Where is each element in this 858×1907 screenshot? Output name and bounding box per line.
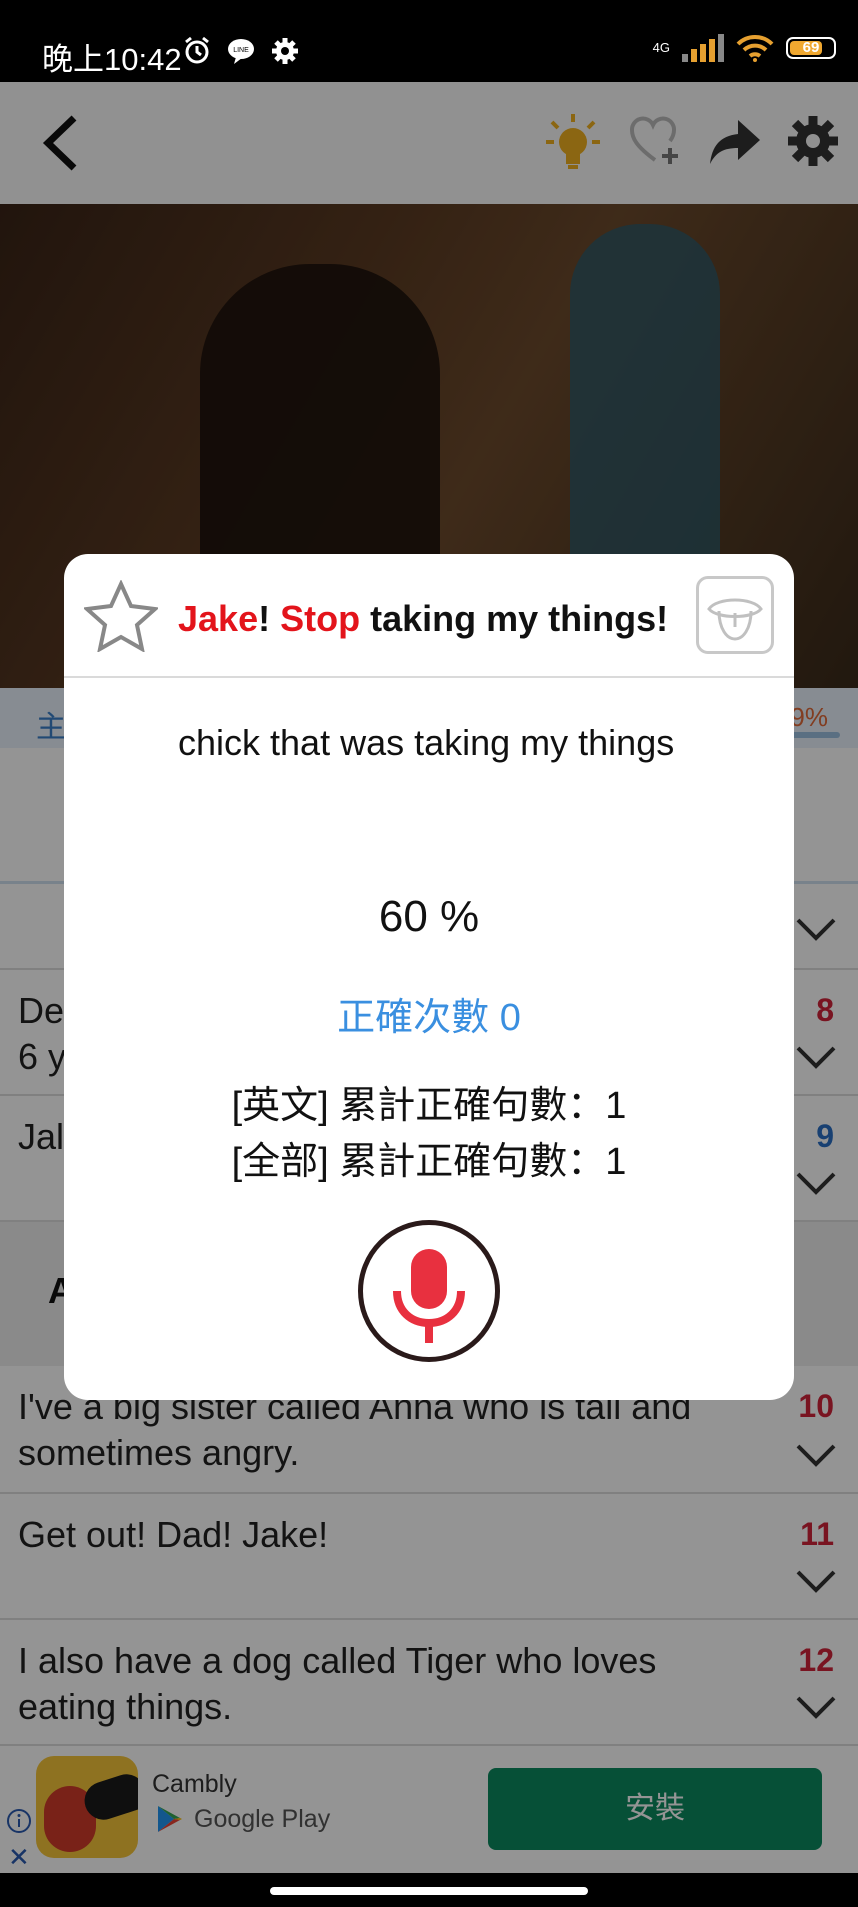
star-favorite-icon[interactable] [84,580,158,652]
battery-icon: 69 [786,37,836,59]
line-app-icon: LINE [228,39,254,64]
network-type: 4G [652,40,670,55]
speech-practice-dialog: Jake! Stop taking my things! chick that … [64,554,794,1400]
microphone-button[interactable] [358,1220,500,1362]
correct-count: 正確次數 0 [337,997,521,1039]
score-percent: 60 % [378,892,480,941]
signal-icon [682,34,724,62]
status-time: 晚上10:42 [42,42,182,77]
system-nav-bar [0,1873,858,1907]
title-rest: taking my things! [360,598,669,639]
wifi-icon [736,34,774,62]
microphone-icon [393,1249,465,1343]
title-name: Jake [178,598,259,639]
status-bar: 晚上10:42 LINE 4G 69 [0,0,858,82]
settings-gear-icon [272,38,298,64]
title-punct: ! [258,598,281,639]
dialog-title: Jake! Stop taking my things! [178,598,668,640]
dialog-header: Jake! Stop taking my things! [64,554,794,678]
alarm-icon [185,36,209,64]
total-all: [全部] 累計正確句數：1 [231,1141,627,1183]
title-verb: Stop [280,598,361,639]
battery-level: 69 [802,39,820,56]
recognized-text: chick that was taking my things [178,722,675,763]
svg-text:LINE: LINE [233,47,249,54]
home-indicator[interactable] [270,1887,588,1895]
tongue-pronunciation-icon[interactable] [696,576,774,654]
total-english: [英文] 累計正確句數：1 [231,1085,627,1127]
status-right: 4G 69 [653,34,836,62]
status-icons: LINE [182,36,300,66]
